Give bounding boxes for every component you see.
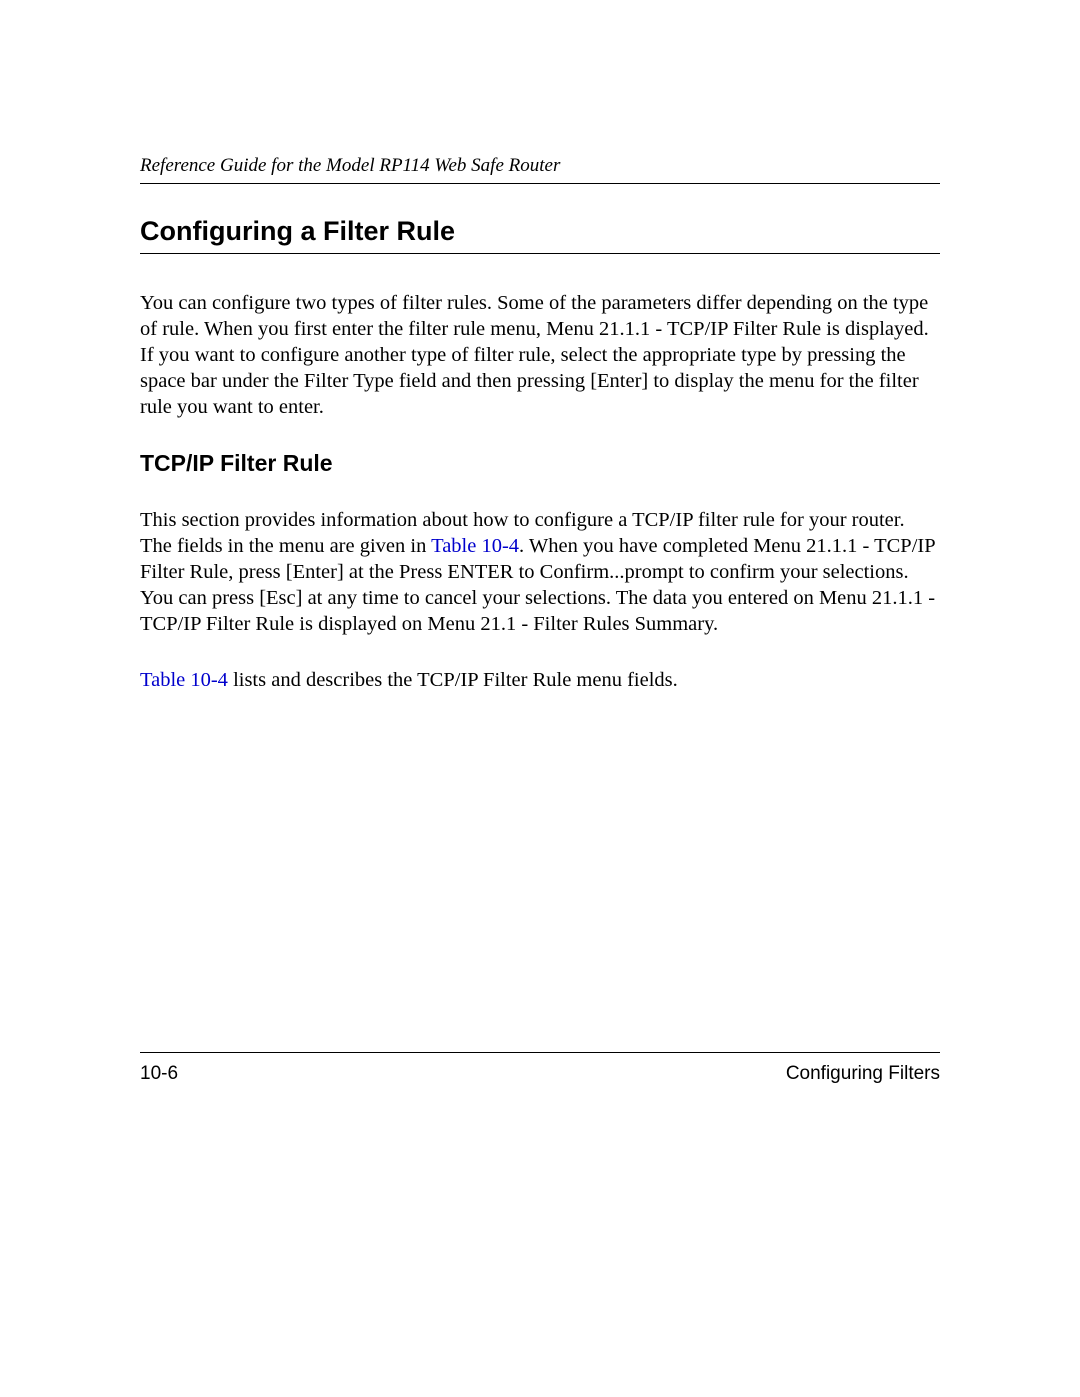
section-heading: Configuring a Filter Rule bbox=[140, 216, 940, 247]
paragraph-3-post: lists and describes the TCP/IP Filter Ru… bbox=[228, 669, 678, 691]
page-container: Reference Guide for the Model RP114 Web … bbox=[0, 0, 1080, 1397]
subsection-heading: TCP/IP Filter Rule bbox=[140, 450, 940, 477]
table-link-1[interactable]: Table 10-4 bbox=[431, 535, 519, 557]
table-link-2[interactable]: Table 10-4 bbox=[140, 669, 228, 691]
intro-paragraph: You can configure two types of filter ru… bbox=[140, 290, 940, 420]
subsection-paragraph-2: Table 10-4 lists and describes the TCP/I… bbox=[140, 667, 940, 693]
header-rule bbox=[140, 183, 940, 184]
section-heading-rule bbox=[140, 253, 940, 254]
running-header: Reference Guide for the Model RP114 Web … bbox=[140, 155, 940, 177]
page-footer: 10-6 Configuring Filters bbox=[140, 1052, 940, 1085]
footer-rule bbox=[140, 1052, 940, 1053]
footer-row: 10-6 Configuring Filters bbox=[140, 1063, 940, 1085]
subsection-paragraph-1: This section provides information about … bbox=[140, 507, 940, 637]
page-number: 10-6 bbox=[140, 1063, 178, 1085]
chapter-title: Configuring Filters bbox=[786, 1063, 940, 1085]
